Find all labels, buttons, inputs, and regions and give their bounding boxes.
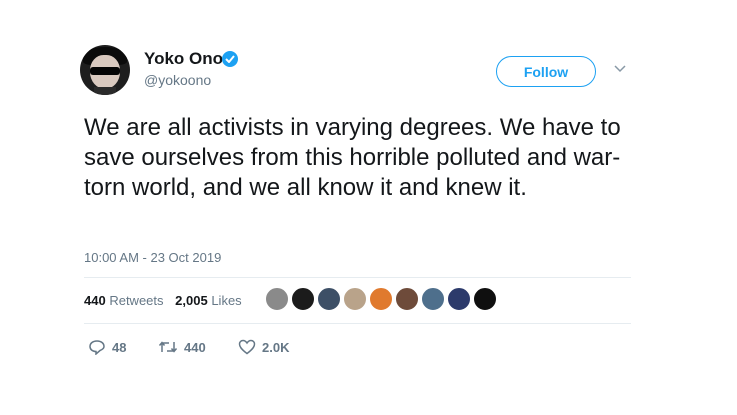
chevron-down-icon[interactable]: [613, 64, 627, 74]
retweet-button[interactable]: 440: [158, 337, 206, 357]
divider: [84, 277, 631, 278]
tweet-text: We are all activists in varying degrees.…: [84, 114, 621, 201]
retweets-label: Retweets: [109, 293, 164, 308]
follow-button[interactable]: Follow: [496, 56, 596, 87]
like-count: 2.0K: [262, 339, 290, 355]
reply-icon: [89, 340, 105, 355]
like-button[interactable]: 2.0K: [238, 337, 289, 357]
heart-icon: [238, 339, 256, 355]
likes-label: Likes: [211, 293, 242, 308]
tweet-stats: 440 Retweets 2,005 Likes: [84, 293, 242, 308]
liker-avatar[interactable]: [447, 287, 471, 311]
liker-avatar[interactable]: [291, 287, 315, 311]
avatar-sunglasses: [90, 67, 120, 75]
divider: [84, 323, 631, 324]
tweet-timestamp[interactable]: 10:00 AM - 23 Oct 2019: [84, 250, 221, 265]
liker-avatar[interactable]: [473, 287, 497, 311]
retweets-stat[interactable]: 440 Retweets: [84, 293, 164, 308]
avatar-collar: [94, 87, 116, 95]
verified-badge-icon: [222, 51, 238, 67]
retweet-icon: [158, 341, 178, 353]
liker-avatar[interactable]: [421, 287, 445, 311]
liker-avatar[interactable]: [265, 287, 289, 311]
author-handle[interactable]: @yokoono: [144, 72, 211, 88]
likes-stat[interactable]: 2,005 Likes: [175, 293, 242, 308]
retweet-count: 440: [184, 339, 206, 355]
retweets-count: 440: [84, 293, 106, 308]
likes-count: 2,005: [175, 293, 208, 308]
reply-button[interactable]: 48: [88, 337, 126, 357]
author-name[interactable]: Yoko Ono: [144, 49, 223, 69]
liker-avatar[interactable]: [395, 287, 419, 311]
reply-count: 48: [112, 339, 127, 355]
liker-avatar[interactable]: [317, 287, 341, 311]
liker-avatar[interactable]: [343, 287, 367, 311]
liker-avatar[interactable]: [369, 287, 393, 311]
tweet-card: Yoko Ono @yokoono Follow We are all acti…: [0, 0, 737, 415]
avatar[interactable]: [80, 45, 130, 95]
